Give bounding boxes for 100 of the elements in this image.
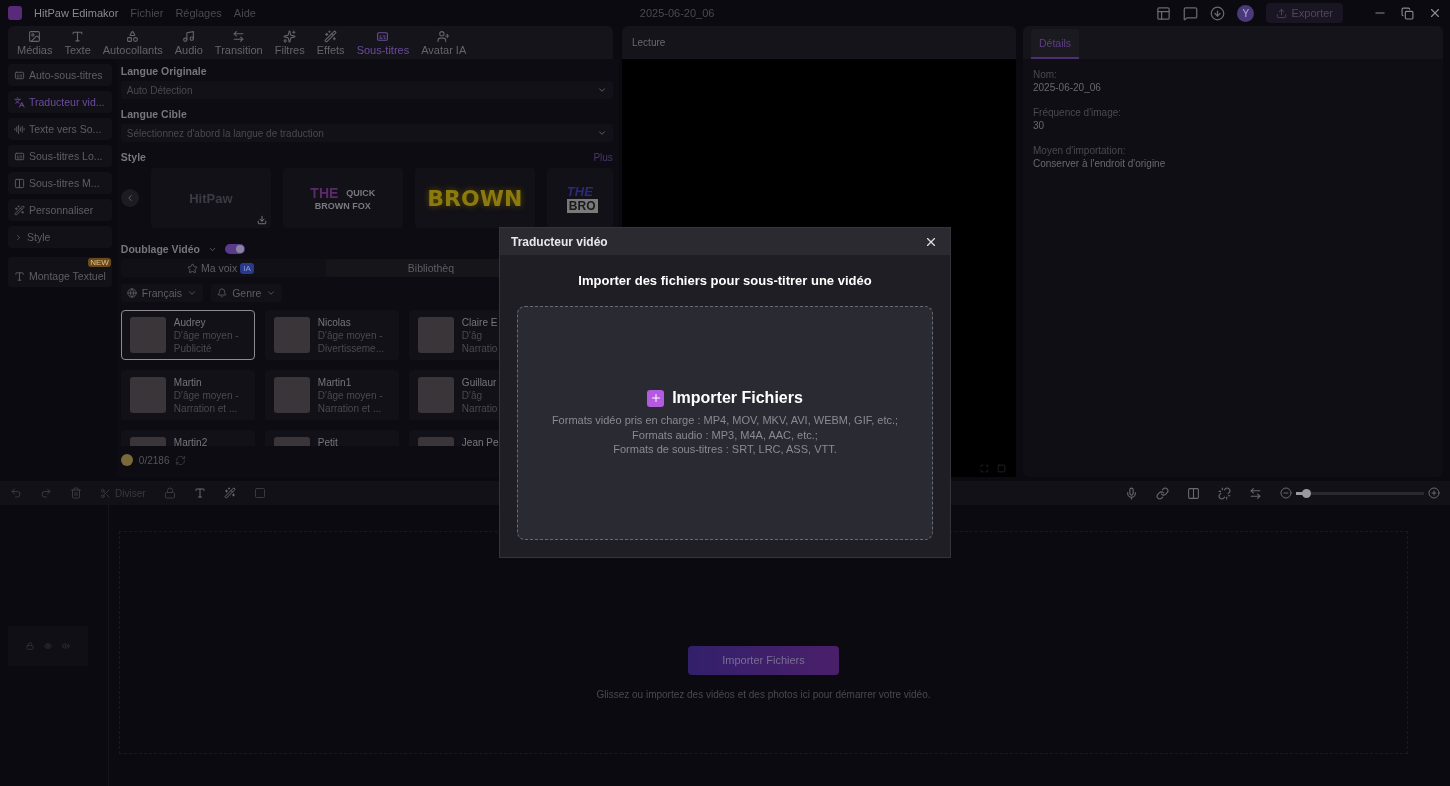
music-note-icon (182, 29, 196, 43)
frame-icon (253, 487, 266, 499)
zoom-in-icon (1428, 487, 1440, 499)
dubbing-label: Doublage Vidéo (120, 243, 200, 255)
text-icon (14, 271, 25, 282)
zoom-out-icon (1280, 487, 1292, 499)
export-button[interactable]: Exporter (1266, 3, 1343, 23)
photo-placeholder (273, 317, 310, 353)
voice-name: Guillaur (461, 377, 498, 388)
category-tab[interactable]: Audio (169, 26, 208, 59)
filter-dropdown[interactable]: Genre (211, 284, 283, 302)
sidebar-item[interactable]: Texte vers So... (8, 118, 112, 140)
coin-icon (120, 454, 133, 466)
caret-icon (596, 85, 607, 95)
download-icon (1210, 5, 1226, 21)
caret-icon (14, 232, 23, 242)
source-language-label: Langue Originale (120, 65, 208, 77)
app-name: HitPaw Edimakor (34, 7, 119, 19)
voice-description: Narratio (461, 403, 498, 414)
preset-text: QUICK (346, 188, 376, 198)
text-icon (71, 29, 85, 43)
voice-name: Martin1 (317, 377, 353, 388)
preset-text: BRO (566, 198, 598, 213)
category-tab[interactable]: Sous-titres (351, 26, 415, 59)
caret-icon (187, 288, 198, 298)
preset-text: BROWN (427, 185, 523, 211)
preset-text: BROWN FOX (314, 201, 371, 211)
category-tab[interactable]: Effets (311, 26, 350, 59)
target-language-label: Langue Cible (120, 108, 188, 120)
photo-placeholder (129, 377, 166, 413)
style-label: Style (120, 151, 146, 163)
dubbing-toggle[interactable] (225, 244, 245, 254)
voice-card[interactable]: Martin2 (120, 430, 255, 446)
wand-icon (14, 204, 25, 216)
category-tab[interactable]: Médias (12, 26, 58, 59)
filter-dropdown[interactable]: Français (120, 284, 204, 302)
zoom-thumb[interactable] (1302, 488, 1312, 498)
import-files-button[interactable]: Importer Fichiers (647, 389, 803, 408)
supported-formats: Formats vidéo pris en charge : MP4, MOV, MKV, AVI, WEBM, GIF, etc.; Formats audio : MP3, M4A, AAC, etc.; Formats de sous-titres : SRT, LRC, ASS, VTT. (551, 413, 899, 457)
lock-icon (163, 487, 176, 499)
text-icon (193, 487, 206, 499)
microphone-icon (1125, 486, 1138, 500)
restore-icon (1401, 6, 1414, 20)
voice-tab[interactable]: Ma voix IA (120, 259, 326, 277)
details-tab[interactable]: Détails (1031, 29, 1080, 59)
close-icon (1428, 6, 1442, 20)
menu-item[interactable]: Aide (233, 7, 256, 19)
globe-icon (126, 288, 137, 298)
ai-badge: IA (240, 262, 254, 274)
photo-placeholder (129, 317, 166, 353)
arrows-icon (232, 29, 246, 43)
translate-icon (14, 96, 25, 108)
delete-icon (70, 487, 82, 499)
category-tab[interactable]: Transition (209, 26, 268, 59)
bell-icon (217, 288, 228, 298)
style-preset[interactable]: THE BRO (546, 168, 613, 228)
voice-name: Claire E (461, 317, 498, 328)
credit-count: 0/2186 (138, 454, 170, 466)
sidebar-item[interactable]: NEW Montage Textuel (8, 257, 112, 287)
voice-description: Publicité (173, 343, 213, 354)
eye-icon (44, 641, 52, 650)
user-plus-icon (437, 29, 451, 43)
style-preset[interactable]: THE QUICK BROWN FOX (282, 168, 403, 228)
sidebar-item[interactable]: Traducteur vid... (8, 91, 112, 113)
category-tab[interactable]: Filtres (269, 26, 310, 59)
captions-icon (14, 69, 25, 81)
captions-icon (376, 29, 390, 43)
refresh-icon (175, 454, 187, 466)
voice-name: Martin2 (173, 437, 208, 446)
user-avatar[interactable]: Y (1237, 4, 1255, 22)
sidebar-item[interactable]: Sous-titres Lo... (8, 145, 112, 167)
star-icon (187, 262, 198, 274)
import-button[interactable]: Importer Fichiers (688, 645, 839, 675)
voice-name: Nicolas (317, 317, 352, 328)
shapes-icon (126, 29, 140, 43)
field-label: Fréquence d'image: (1033, 107, 1123, 118)
app-logo (8, 6, 22, 20)
field-label: Moyen d'importation: (1033, 145, 1127, 156)
undo-icon (10, 487, 22, 499)
style-preset[interactable]: BROWN (414, 168, 535, 228)
voice-name: Petit (317, 437, 338, 446)
sidebar-item[interactable]: Personnaliser (8, 199, 112, 221)
voice-name: Audrey (173, 317, 207, 328)
field-value: 2025-06-20_06 (1033, 82, 1102, 93)
sidebar-item[interactable]: Auto-sous-titres (8, 64, 112, 86)
caret-icon (596, 128, 607, 138)
download-icon (256, 215, 267, 225)
voice-description: Narratio (461, 343, 498, 354)
menu-item[interactable]: Fichier (130, 7, 164, 19)
sidebar-item[interactable]: Style (8, 226, 112, 248)
category-tab[interactable]: Texte (59, 26, 96, 59)
menu-item[interactable]: Réglages (175, 7, 222, 19)
category-tab[interactable]: Autocollants (97, 26, 168, 59)
plus-icon (647, 389, 665, 407)
image-icon (28, 29, 42, 43)
sidebar-item[interactable]: Sous-titres M... (8, 172, 112, 194)
category-tab[interactable]: Avatar IA (416, 26, 472, 59)
file-drop-zone[interactable]: Importer Fichiers Formats vidéo pris en charge : MP4, MOV, MKV, AVI, WEBM, GIF, etc.; Formats audio : MP3, M4A, AAC, etc.; Formats de sous-titres : SRT, LRC, ASS, VTT. (517, 306, 933, 540)
more-link[interactable]: Plus (593, 151, 613, 163)
voice-card[interactable]: Petit (264, 430, 399, 446)
